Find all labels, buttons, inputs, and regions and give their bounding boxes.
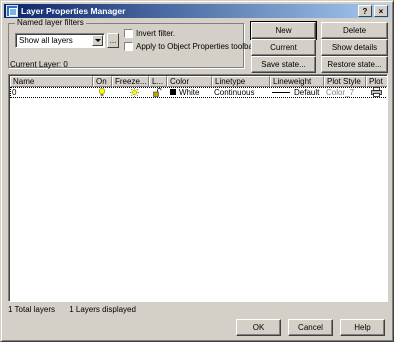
layer-list-header: Name On Freeze... L... Color Linetype Li… <box>10 76 387 87</box>
layer-name-cell[interactable]: 0 <box>12 88 16 97</box>
apply-toolbar-label[interactable]: Apply to Object Properties toolbar. <box>136 42 257 51</box>
delete-layer-button[interactable]: Delete <box>321 22 388 39</box>
save-state-button[interactable]: Save state... <box>251 56 316 73</box>
invert-filter-checkbox[interactable] <box>124 29 133 38</box>
total-layers-count: 1 Total layers <box>8 305 55 314</box>
column-header-on[interactable]: On <box>93 76 112 87</box>
displayed-layers-count: 1 Layers displayed <box>69 305 136 314</box>
column-header-plot[interactable]: Plot <box>366 76 387 87</box>
column-header-lock[interactable]: L... <box>149 76 167 87</box>
bulb-on-icon[interactable] <box>98 88 106 99</box>
plot-style-cell: Color_7 <box>326 88 355 97</box>
color-name-cell[interactable]: White <box>179 88 199 97</box>
window-title: Layer Properties Manager <box>21 6 126 16</box>
ok-button[interactable]: OK <box>236 319 281 336</box>
layer-properties-dialog: Layer Properties Manager ? × Named layer… <box>0 0 394 342</box>
help-title-button[interactable]: ? <box>358 5 372 17</box>
layer-manager-icon <box>6 5 18 17</box>
filter-selected-value: Show all layers <box>19 36 73 45</box>
layer-filter-dropdown[interactable]: Show all layers <box>15 33 105 48</box>
chevron-down-icon[interactable] <box>92 35 103 46</box>
column-header-linetype[interactable]: Linetype <box>212 76 270 87</box>
show-details-button[interactable]: Show details <box>321 39 388 56</box>
table-row[interactable]: 0 White Continuous Default Color_7 <box>10 87 387 99</box>
set-current-button[interactable]: Current <box>251 39 316 56</box>
filters-group-label: Named layer filters <box>15 18 86 27</box>
apply-toolbar-checkbox[interactable] <box>124 42 133 51</box>
help-button[interactable]: Help <box>340 319 385 336</box>
current-layer-label: Current Layer: 0 <box>10 60 68 69</box>
column-header-name[interactable]: Name <box>10 76 93 87</box>
lineweight-cell[interactable]: Default <box>294 88 319 97</box>
column-header-color[interactable]: Color <box>167 76 212 87</box>
lineweight-sample-line <box>272 92 290 93</box>
column-header-lineweight[interactable]: Lineweight <box>270 76 324 87</box>
sun-icon[interactable] <box>130 88 139 99</box>
color-swatch[interactable] <box>170 89 176 95</box>
status-bar: 1 Total layers 1 Layers displayed <box>8 304 388 316</box>
close-button[interactable]: × <box>374 5 388 17</box>
filter-browse-button[interactable]: ... <box>107 33 119 48</box>
linetype-cell[interactable]: Continuous <box>214 88 254 97</box>
restore-state-button[interactable]: Restore state... <box>321 56 388 73</box>
new-layer-button[interactable]: New <box>250 21 317 40</box>
title-bar[interactable]: Layer Properties Manager ? × <box>4 4 390 18</box>
unlocked-icon[interactable] <box>153 87 162 99</box>
cancel-button[interactable]: Cancel <box>288 319 333 336</box>
column-header-freeze[interactable]: Freeze... <box>112 76 149 87</box>
column-header-plot-style[interactable]: Plot Style <box>324 76 366 87</box>
invert-filter-label[interactable]: Invert filter. <box>136 29 175 38</box>
layer-list[interactable]: Name On Freeze... L... Color Linetype Li… <box>8 74 388 302</box>
printer-icon[interactable] <box>371 87 382 99</box>
